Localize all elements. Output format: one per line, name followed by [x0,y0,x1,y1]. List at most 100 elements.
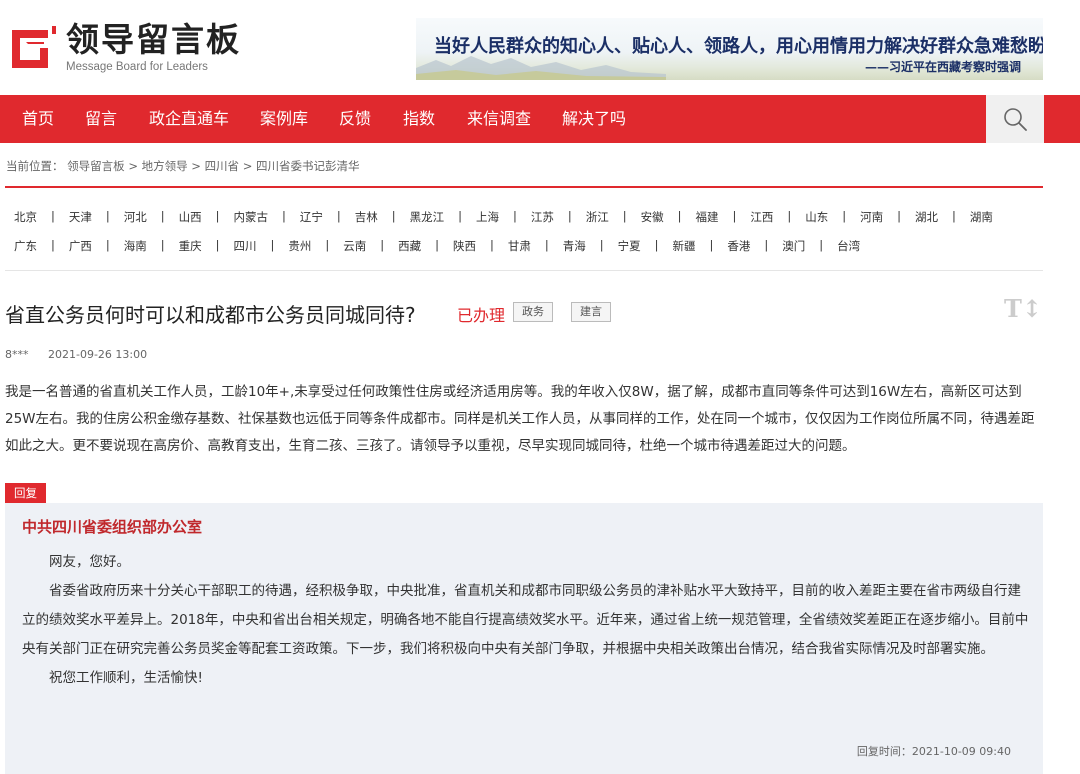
province-separator: | [336,209,341,223]
province-list-row2: 广东 | 广西 | 海南 | 重庆 | 四川 | 贵州 | 云南 | 西藏 | 陕西 | 甘肃 | 青海 | 宁夏 | 新疆 | 香… [14,238,860,254]
message-meta: 8*** 2021-09-26 13:00 [5,348,147,361]
province-link[interactable]: 湖北 [915,209,938,225]
province-link[interactable]: 云南 [343,238,366,254]
province-link[interactable]: 贵州 [288,238,311,254]
breadcrumb-item[interactable]: 地方领导 [142,159,188,173]
divider [5,186,1043,188]
province-link[interactable]: 上海 [476,209,499,225]
province-link[interactable]: 湖南 [970,209,993,225]
breadcrumb-item[interactable]: 四川省委书记彭清华 [256,159,360,173]
province-link[interactable]: 香港 [727,238,750,254]
nav-item-feedback[interactable]: 反馈 [339,95,371,143]
breadcrumb-separator: > [242,159,253,173]
header-banner: 当好人民群众的知心人、贴心人、领路人，用心用情用力解决好群众急难愁盼问题。 ——… [416,18,1043,80]
main-nav: 首页 留言 政企直通车 案例库 反馈 指数 来信调查 解决了吗 [0,95,1080,143]
banner-quote: 当好人民群众的知心人、贴心人、领路人，用心用情用力解决好群众急难愁盼问题。 [434,36,1043,57]
province-separator: | [490,238,494,252]
province-separator: | [282,209,286,223]
tag-politics[interactable]: 政务 [513,302,553,322]
province-separator: | [819,238,824,252]
reply-tab: 回复 [5,483,46,503]
province-link[interactable]: 辽宁 [300,209,323,225]
province-link[interactable]: 广西 [69,238,92,254]
province-link[interactable]: 山东 [805,209,828,225]
province-separator: | [732,209,737,223]
province-link[interactable]: 江西 [750,209,773,225]
province-link[interactable]: 浙江 [586,209,609,225]
reply-box: 中共四川省委组织部办公室 网友，您好。 省委省政府历来十分关心干部职工的待遇，经… [5,503,1043,774]
province-link[interactable]: 内蒙古 [234,209,269,225]
nav-item-case-library[interactable]: 案例库 [260,95,308,143]
reply-content: 网友，您好。 省委省政府历来十分关心干部职工的待遇，经积极争取，中央批准，省直机… [22,548,1030,693]
logo-title: 领导留言板 [66,20,241,59]
province-separator: | [897,209,901,223]
province-link[interactable]: 福建 [696,209,719,225]
province-separator: | [677,209,682,223]
province-separator: | [544,238,549,252]
nav-item-resolved[interactable]: 解决了吗 [562,95,626,143]
province-link[interactable]: 北京 [14,209,37,225]
nav-item-survey[interactable]: 来信调查 [467,95,531,143]
province-separator: | [160,209,165,223]
province-separator: | [458,209,462,223]
breadcrumb-prefix: 当前位置： [6,159,64,173]
site-header: 领导留言板 Message Board for Leaders 当好人民群众的知… [0,0,1080,95]
province-link[interactable]: 宁夏 [618,238,641,254]
logo-mark-icon [8,24,56,72]
reply-time-value: 2021-10-09 09:40 [911,745,1011,758]
province-link[interactable]: 广东 [14,238,37,254]
province-separator: | [435,238,439,252]
province-separator: | [51,209,55,223]
province-link[interactable]: 江苏 [531,209,554,225]
province-link[interactable]: 台湾 [837,238,860,254]
province-list-row1: 北京 | 天津 | 河北 | 山西 | 内蒙古 | 辽宁 | 吉林 | 黑龙江 | 上海 | 江苏 | 浙江 | 安徽 | 福建… [14,209,993,225]
breadcrumb-item[interactable]: 四川省 [205,159,240,173]
breadcrumb-separator: > [191,159,201,173]
province-separator: | [513,209,517,223]
logo-subtitle: Message Board for Leaders [66,61,208,73]
province-separator: | [51,238,55,252]
site-logo[interactable]: 领导留言板 Message Board for Leaders [8,22,241,74]
province-link[interactable]: 山西 [179,209,202,225]
province-link[interactable]: 澳门 [782,238,805,254]
province-separator: | [842,209,847,223]
province-link[interactable]: 河南 [860,209,883,225]
province-link[interactable]: 西藏 [398,238,421,254]
province-separator: | [787,209,792,223]
province-separator: | [325,238,330,252]
province-separator: | [105,238,110,252]
province-separator: | [105,209,110,223]
nav-item-message[interactable]: 留言 [85,95,117,143]
province-link[interactable]: 海南 [124,238,147,254]
breadcrumb-item[interactable]: 领导留言板 [67,159,125,173]
province-separator: | [567,209,572,223]
province-separator: | [215,238,220,252]
province-link[interactable]: 新疆 [673,238,696,254]
province-separator: | [622,209,627,223]
tag-suggestion[interactable]: 建言 [571,302,611,322]
province-link[interactable]: 青海 [563,238,586,254]
province-link[interactable]: 黑龙江 [410,209,445,225]
province-link[interactable]: 天津 [69,209,92,225]
breadcrumb: 当前位置： 领导留言板 > 地方领导 > 四川省 > 四川省委书记彭清华 [6,158,360,174]
province-link[interactable]: 甘肃 [508,238,531,254]
reply-time: 回复时间：2021-10-09 09:40 [857,743,1011,759]
province-link[interactable]: 安徽 [641,209,664,225]
nav-item-index[interactable]: 指数 [403,95,435,143]
province-link[interactable]: 重庆 [179,238,202,254]
province-separator: | [764,238,769,252]
province-separator: | [160,238,165,252]
province-link[interactable]: 河北 [124,209,147,225]
reply-time-label: 回复时间： [856,745,912,758]
author: 8*** [5,348,29,361]
nav-item-gov-business[interactable]: 政企直通车 [149,95,229,143]
province-link[interactable]: 陕西 [453,238,476,254]
font-size-icon[interactable]: T↕ [1004,294,1042,323]
province-link[interactable]: 四川 [234,238,257,254]
divider [5,270,1043,271]
nav-item-home[interactable]: 首页 [22,95,54,143]
search-button[interactable] [986,95,1044,143]
message-body: 我是一名普通的省直机关工作人员，工龄10年+,未享受过任何政策性住房或经济适用房… [5,384,1035,454]
province-separator: | [654,238,659,252]
province-link[interactable]: 吉林 [355,209,378,225]
